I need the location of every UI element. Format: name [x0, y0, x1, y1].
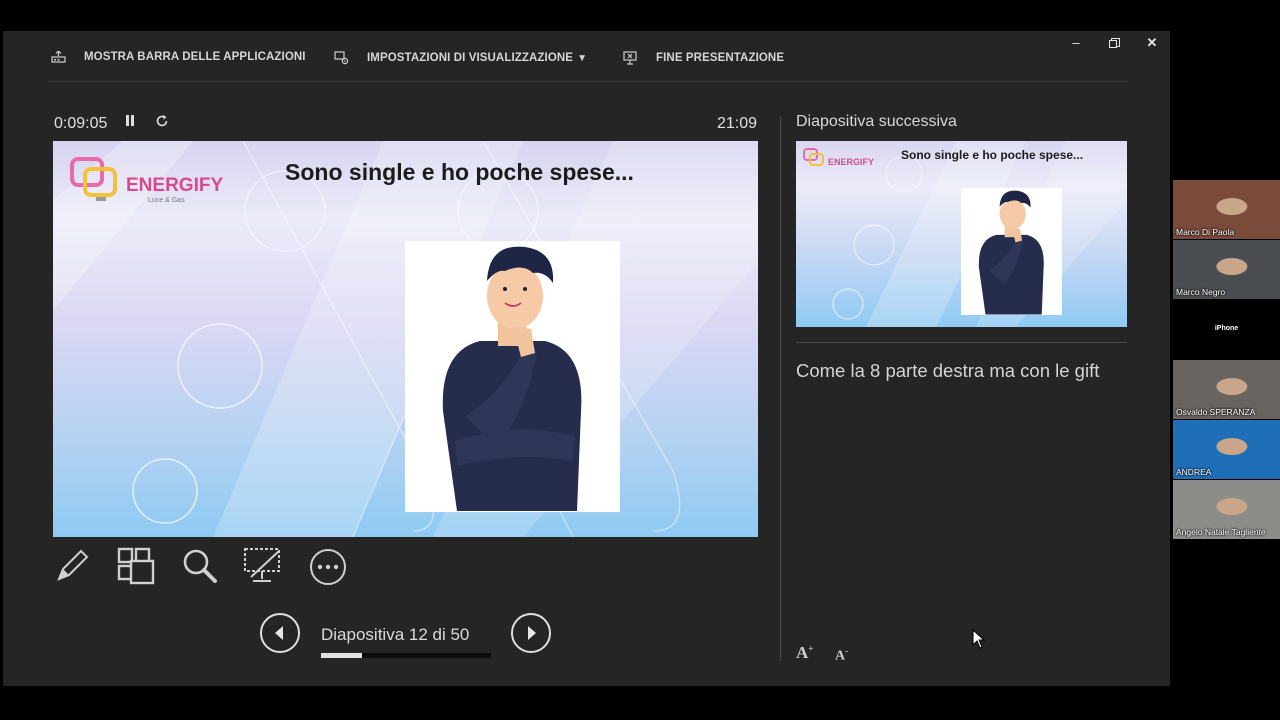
- next-slide-logo-text: ENERGIFY: [828, 157, 875, 167]
- slide-title: Sono single e ho poche spese...: [285, 159, 634, 185]
- participant-tile[interactable]: Marco Negro: [1173, 240, 1280, 299]
- participant-name: Angelo Natale Tagliente: [1176, 527, 1266, 537]
- font-decrease-icon[interactable]: A-: [835, 646, 848, 665]
- display-settings-label: IMPOSTAZIONI DI VISUALIZZAZIONE: [367, 52, 574, 64]
- next-slide-illustration: [961, 188, 1062, 315]
- presenter-toolbar: MOSTRA BARRA DELLE APPLICAZIONI IMPOSTAZ…: [3, 31, 1133, 83]
- participant-tile[interactable]: Osvaldo SPERANZA: [1173, 360, 1280, 419]
- black-screen-icon[interactable]: [243, 547, 283, 590]
- next-icon[interactable]: [511, 613, 551, 653]
- slides-grid-icon[interactable]: [117, 547, 155, 590]
- restart-icon[interactable]: [155, 114, 169, 132]
- participant-name: ANDREA: [1176, 467, 1212, 477]
- prev-icon[interactable]: [260, 613, 300, 653]
- end-presentation-button[interactable]: FINE PRESENTAZIONE: [623, 51, 784, 65]
- next-slide-title: Sono single e ho poche spese...: [901, 148, 1084, 162]
- end-presentation-label: FINE PRESENTAZIONE: [656, 52, 785, 64]
- slide-progress-bar: [321, 653, 491, 658]
- show-taskbar-label: MOSTRA BARRA DELLE APPLICAZIONI: [84, 51, 306, 63]
- thinking-man-illustration: [405, 241, 620, 512]
- slide-counter[interactable]: Diapositiva 12 di 50: [321, 625, 469, 645]
- font-increase-icon[interactable]: A+: [796, 643, 813, 663]
- current-slide[interactable]: ENERGIFY Luce & Gas Sono single e ho poc…: [53, 141, 758, 537]
- mouse-cursor-icon: [972, 629, 986, 649]
- pane-divider: [780, 116, 781, 661]
- pause-icon[interactable]: [125, 114, 135, 131]
- participant-name: Marco Di Paola: [1176, 227, 1235, 237]
- presenter-view-window: – ✕ MOSTRA BARRA DELLE APPLICAZIONI IMPO…: [3, 31, 1170, 686]
- display-settings-button[interactable]: IMPOSTAZIONI DI VISUALIZZAZIONE ▼: [334, 51, 587, 65]
- participant-name: Marco Negro: [1176, 287, 1226, 297]
- slide-progress-fill: [321, 653, 362, 658]
- pen-icon[interactable]: [55, 547, 91, 588]
- end-presentation-icon: [623, 51, 637, 65]
- next-slide-logo-icon: [803, 148, 824, 166]
- show-taskbar-button[interactable]: MOSTRA BARRA DELLE APPLICAZIONI: [51, 51, 306, 63]
- display-settings-icon: [334, 51, 349, 65]
- slide-logo-subtitle: Luce & Gas: [148, 197, 185, 204]
- zoom-icon[interactable]: [181, 547, 219, 590]
- close-icon[interactable]: ✕: [1137, 35, 1167, 51]
- elapsed-timer: 0:09:05: [54, 115, 108, 132]
- speaker-notes[interactable]: Come la 8 parte destra ma con le gift: [796, 358, 1116, 383]
- participant-tile[interactable]: ANDREA: [1173, 420, 1280, 479]
- next-slide-label: Diapositiva successiva: [796, 113, 957, 130]
- taskbar-icon: [51, 51, 66, 63]
- participant-name: iPhone: [1214, 325, 1239, 332]
- clock: 21:09: [717, 115, 758, 132]
- participant-tile[interactable]: Marco Di Paola: [1173, 180, 1280, 239]
- dropdown-arrow-icon: ▼: [577, 52, 588, 64]
- notes-divider: [796, 342, 1127, 343]
- next-slide-preview[interactable]: ENERGIFY Sono single e ho poche spese...: [796, 141, 1127, 327]
- participant-tile[interactable]: Angelo Natale Tagliente: [1173, 480, 1280, 539]
- more-icon[interactable]: [308, 547, 348, 592]
- participant-name: Osvaldo SPERANZA: [1176, 407, 1256, 417]
- toolbar-divider: [48, 81, 1128, 82]
- participant-tile[interactable]: iPhone: [1173, 300, 1280, 359]
